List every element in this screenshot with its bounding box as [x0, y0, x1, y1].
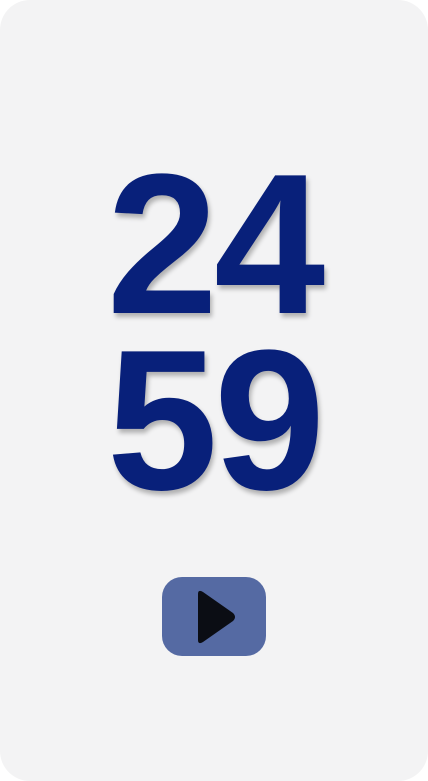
timer-seconds: 59	[106, 309, 325, 532]
play-icon	[198, 590, 235, 643]
play-button[interactable]	[162, 577, 266, 656]
app-screen: 24 59	[0, 0, 428, 781]
